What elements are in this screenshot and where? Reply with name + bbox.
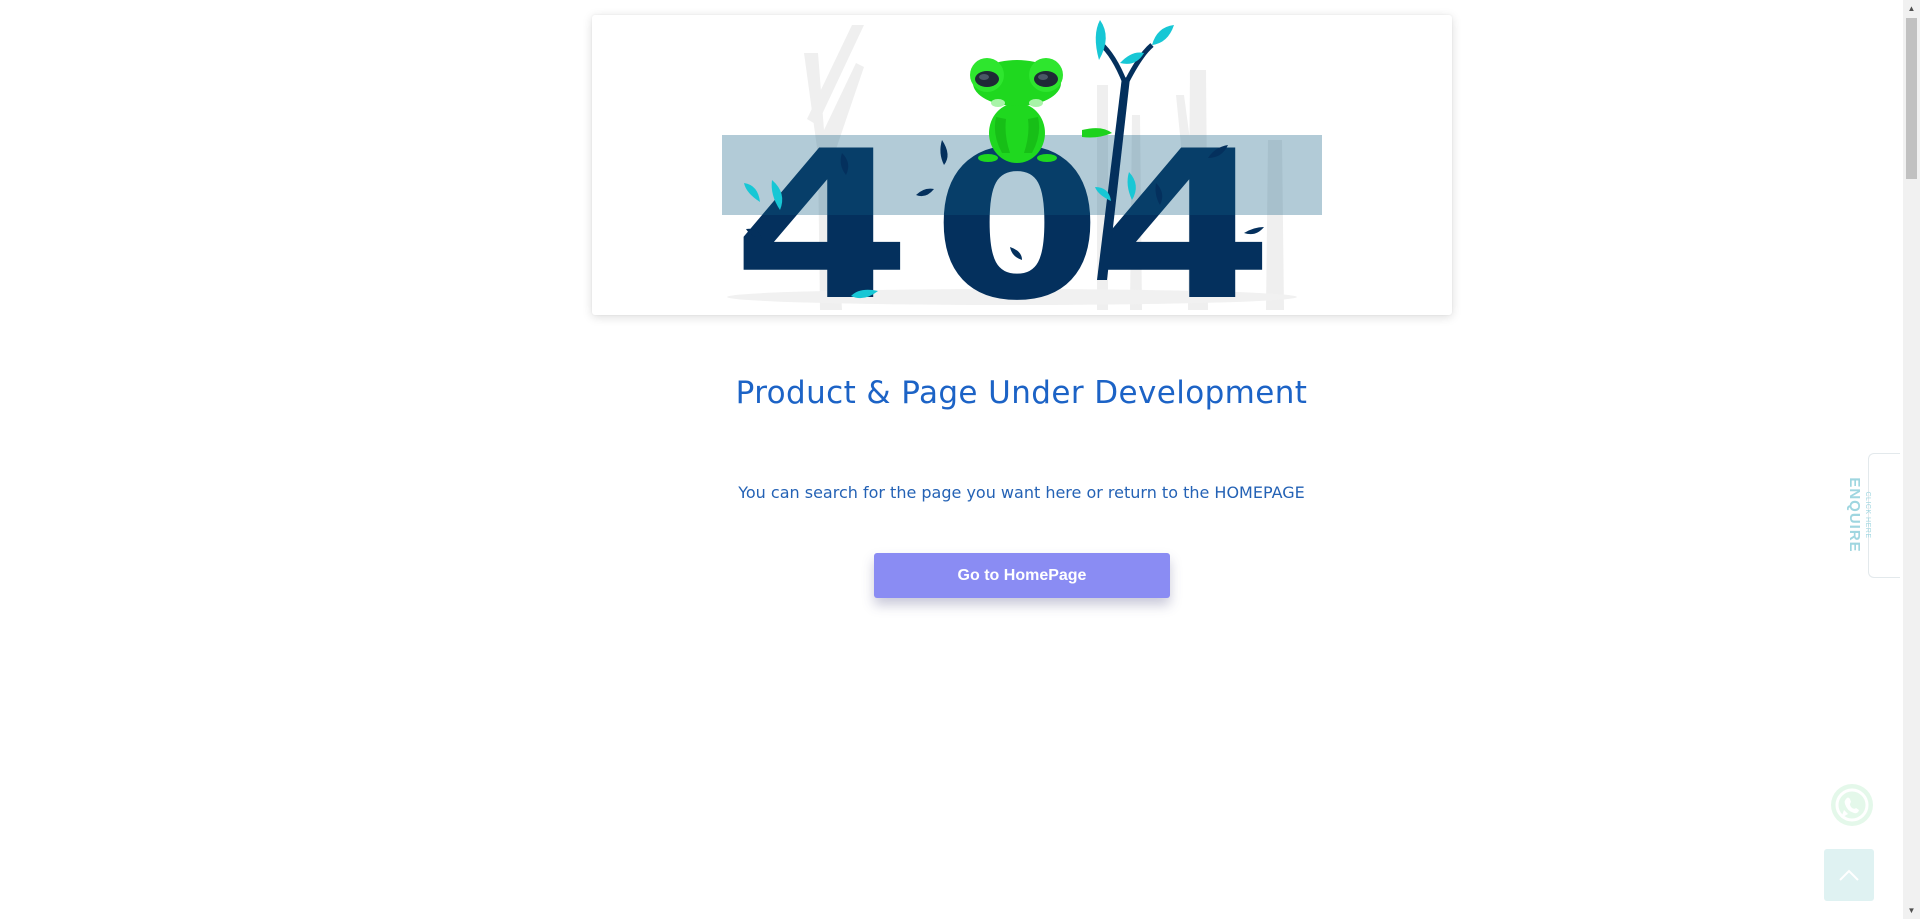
scroll-up-arrow-icon[interactable]: ▲ [1903, 0, 1920, 17]
search-hint-text: You can search for the page you want her… [738, 483, 1305, 502]
scrollbar-thumb[interactable] [1906, 18, 1917, 179]
page-title: Product & Page Under Development [735, 375, 1308, 411]
chevron-up-icon [1839, 869, 1859, 881]
error-illustration: 4 0 4 [592, 15, 1452, 315]
enquire-tab-label: ENQUIRE [1846, 477, 1863, 553]
enquire-tab-small-label: CLICK HERE [1864, 491, 1871, 539]
enquire-tab[interactable]: CLICK HERE ENQUIRE [1846, 453, 1900, 578]
vertical-scrollbar[interactable]: ▲ ▼ [1903, 0, 1920, 919]
go-to-homepage-button[interactable]: Go to HomePage [874, 553, 1170, 598]
whatsapp-button[interactable] [1831, 784, 1873, 826]
404-illustration: 4 0 4 [722, 20, 1322, 315]
enquire-tab-text: CLICK HERE ENQUIRE [1846, 460, 1871, 570]
back-to-top-button[interactable] [1824, 849, 1874, 901]
whatsapp-icon [1835, 788, 1869, 822]
scroll-down-arrow-icon[interactable]: ▼ [1903, 902, 1920, 919]
